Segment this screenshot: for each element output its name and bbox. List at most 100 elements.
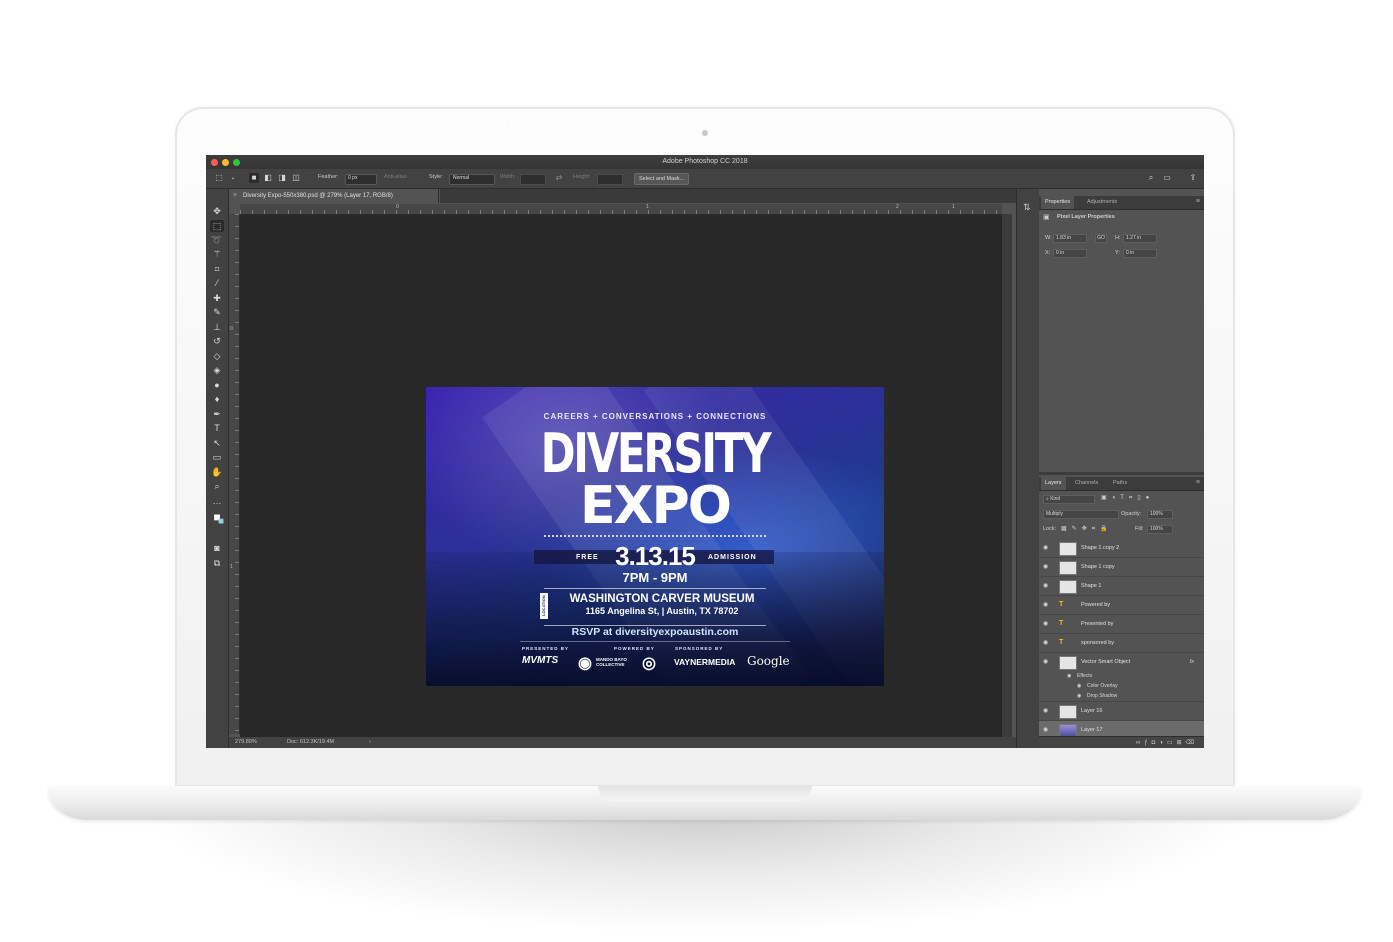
search-icon[interactable]: ⌕ <box>1146 173 1156 183</box>
workspace-icon[interactable]: ▭ <box>1162 173 1172 183</box>
width-field[interactable]: 1.83 in <box>1053 234 1087 243</box>
layer-filter-select[interactable]: ⌕ Kind <box>1043 495 1095 504</box>
clone-stamp-icon[interactable]: ⊥ <box>210 321 224 333</box>
more-tools-icon[interactable]: … <box>210 495 224 507</box>
magic-wand-icon[interactable]: ⚚ <box>210 248 224 260</box>
visibility-eye-icon[interactable]: ◉ <box>1067 671 1071 681</box>
feather-input[interactable]: 0 px <box>345 174 377 185</box>
layer-row[interactable]: ◉ T Presented by <box>1039 615 1204 634</box>
chevron-right-icon[interactable]: › <box>369 737 371 748</box>
layer-row[interactable]: ◉ Shape 1 copy <box>1039 558 1204 577</box>
visibility-eye-icon[interactable]: ◉ <box>1043 596 1048 614</box>
eraser-icon[interactable]: ◇ <box>210 350 224 362</box>
layer-row[interactable]: ◉ Layer 16 <box>1039 702 1204 721</box>
new-layer-icon[interactable]: ⊞ <box>1176 740 1185 746</box>
visibility-eye-icon[interactable]: ◉ <box>1043 634 1048 652</box>
tab-layers[interactable]: Layers <box>1041 477 1066 490</box>
panel-menu-icon[interactable]: ≡ <box>1196 198 1200 205</box>
visibility-eye-icon[interactable]: ◉ <box>1043 539 1048 557</box>
close-button[interactable] <box>211 159 218 166</box>
tab-paths[interactable]: Paths <box>1109 477 1131 490</box>
effect-row[interactable]: ◉ Color Overlay <box>1039 681 1204 691</box>
layer-row[interactable]: ◉ Shape 1 copy 2 <box>1039 539 1204 558</box>
layer-row[interactable]: ◉ Vector Smart Object fx <box>1039 653 1204 671</box>
canvas-area[interactable]: CAREERS + CONVERSATIONS + CONNECTIONS DI… <box>240 215 1002 737</box>
visibility-eye-icon[interactable]: ◉ <box>1043 653 1048 671</box>
panel-menu-icon[interactable]: ≡ <box>1196 479 1200 486</box>
history-icon[interactable]: ⇅ <box>1023 202 1031 213</box>
select-and-mask-button[interactable]: Select and Mask... <box>634 173 690 185</box>
subtract-selection-icon[interactable]: ◨ <box>277 173 287 183</box>
height-input[interactable] <box>597 174 623 185</box>
brush-icon[interactable]: ✎ <box>210 306 224 318</box>
blur-icon[interactable]: ● <box>210 379 224 391</box>
opacity-field[interactable]: 100% <box>1147 510 1173 519</box>
artwork-canvas[interactable]: CAREERS + CONVERSATIONS + CONNECTIONS DI… <box>426 387 884 686</box>
pen-icon[interactable]: ✒ <box>210 408 224 420</box>
rectangle-shape-icon[interactable]: ▭ <box>210 451 224 463</box>
background-color-swatch[interactable]: ■ <box>214 516 228 528</box>
visibility-eye-icon[interactable]: ◉ <box>1077 681 1081 691</box>
fx-icon[interactable]: ƒ <box>1144 740 1151 746</box>
panel-divider[interactable] <box>1039 472 1204 475</box>
add-selection-icon[interactable]: ◧ <box>263 173 273 183</box>
style-select[interactable]: Normal <box>449 174 495 185</box>
hand-icon[interactable]: ✋ <box>210 466 224 478</box>
document-tab[interactable]: × Diversity Expo-550x380.psd @ 279% (Lay… <box>229 189 439 203</box>
zoom-level[interactable]: 279.89% <box>235 737 257 748</box>
layer-row[interactable]: ◉ T Powered by <box>1039 596 1204 615</box>
maximize-button[interactable] <box>233 159 240 166</box>
history-brush-icon[interactable]: ↺ <box>210 335 224 347</box>
effect-name: Drop Shadow <box>1087 693 1118 699</box>
share-icon[interactable]: ⇪ <box>1188 173 1198 183</box>
tab-adjustments[interactable]: Adjustments <box>1083 196 1121 209</box>
type-icon[interactable]: T <box>210 422 224 434</box>
screen-mode-icon[interactable]: ⧉ <box>210 557 224 569</box>
rectangular-marquee-icon[interactable]: ⬚ <box>210 220 224 232</box>
intersect-selection-icon[interactable]: ◫ <box>291 173 301 183</box>
tab-channels[interactable]: Channels <box>1071 477 1102 490</box>
swap-icon[interactable]: ⇄ <box>554 173 564 183</box>
x-field[interactable]: 0 in <box>1053 249 1087 258</box>
effect-row[interactable]: ◉ Drop Shadow <box>1039 691 1204 702</box>
visibility-eye-icon[interactable]: ◉ <box>1043 615 1048 633</box>
adjustment-icon[interactable]: ◑ <box>1159 740 1167 746</box>
width-input[interactable] <box>520 174 546 185</box>
lock-icons[interactable]: ▦✎✥⌗🔒 <box>1061 525 1113 533</box>
paint-bucket-icon[interactable]: ◈ <box>210 364 224 376</box>
tab-properties[interactable]: Properties <box>1041 196 1075 209</box>
blend-mode-select[interactable]: Multiply <box>1043 510 1119 519</box>
fill-field[interactable]: 100% <box>1147 525 1173 534</box>
filter-icons[interactable]: ▣◑T⌗▯● <box>1101 494 1154 502</box>
layer-row[interactable]: ◉ Shape 1 <box>1039 577 1204 596</box>
quick-mask-icon[interactable]: ◙ <box>210 542 224 554</box>
visibility-eye-icon[interactable]: ◉ <box>1077 691 1081 701</box>
anti-alias-checkbox[interactable]: Anti-alias <box>384 174 407 180</box>
artwork-rsvp: RSVP at diversityexpoaustin.com <box>571 626 739 638</box>
y-field[interactable]: 0 in <box>1123 249 1157 258</box>
zoom-icon[interactable]: ⌕ <box>210 480 224 492</box>
marquee-tool-icon[interactable]: ⬚ <box>214 173 224 183</box>
visibility-eye-icon[interactable]: ◉ <box>1043 558 1048 576</box>
move-tool-icon[interactable]: ✥ <box>210 205 224 217</box>
close-icon[interactable]: × <box>233 189 237 203</box>
lasso-icon[interactable]: ➰ <box>210 234 224 246</box>
visibility-eye-icon[interactable]: ◉ <box>1043 577 1048 595</box>
vertical-scrollbar[interactable] <box>1002 214 1012 737</box>
link-dimensions-button[interactable]: GO <box>1095 234 1107 243</box>
layer-row[interactable]: ◉ T sponsored by <box>1039 634 1204 653</box>
effects-group[interactable]: ◉ Effects <box>1039 671 1204 681</box>
healing-brush-icon[interactable]: ✚ <box>210 292 224 304</box>
height-field[interactable]: 1.27 in <box>1123 234 1157 243</box>
layer-effects-badge[interactable]: fx <box>1190 653 1194 671</box>
chevron-down-icon[interactable]: ⌄ <box>228 173 238 183</box>
crop-icon[interactable]: ⌗ <box>210 263 224 275</box>
new-selection-icon[interactable]: ■ <box>249 173 259 183</box>
path-selection-icon[interactable]: ↖ <box>210 437 224 449</box>
visibility-eye-icon[interactable]: ◉ <box>1043 702 1048 720</box>
trash-icon[interactable]: ⌫ <box>1186 740 1198 746</box>
dodge-icon[interactable]: ♦ <box>210 393 224 405</box>
link-icon[interactable]: ∞ <box>1136 740 1144 746</box>
eyedropper-icon[interactable]: ⁄ <box>210 277 224 289</box>
minimize-button[interactable] <box>222 159 229 166</box>
